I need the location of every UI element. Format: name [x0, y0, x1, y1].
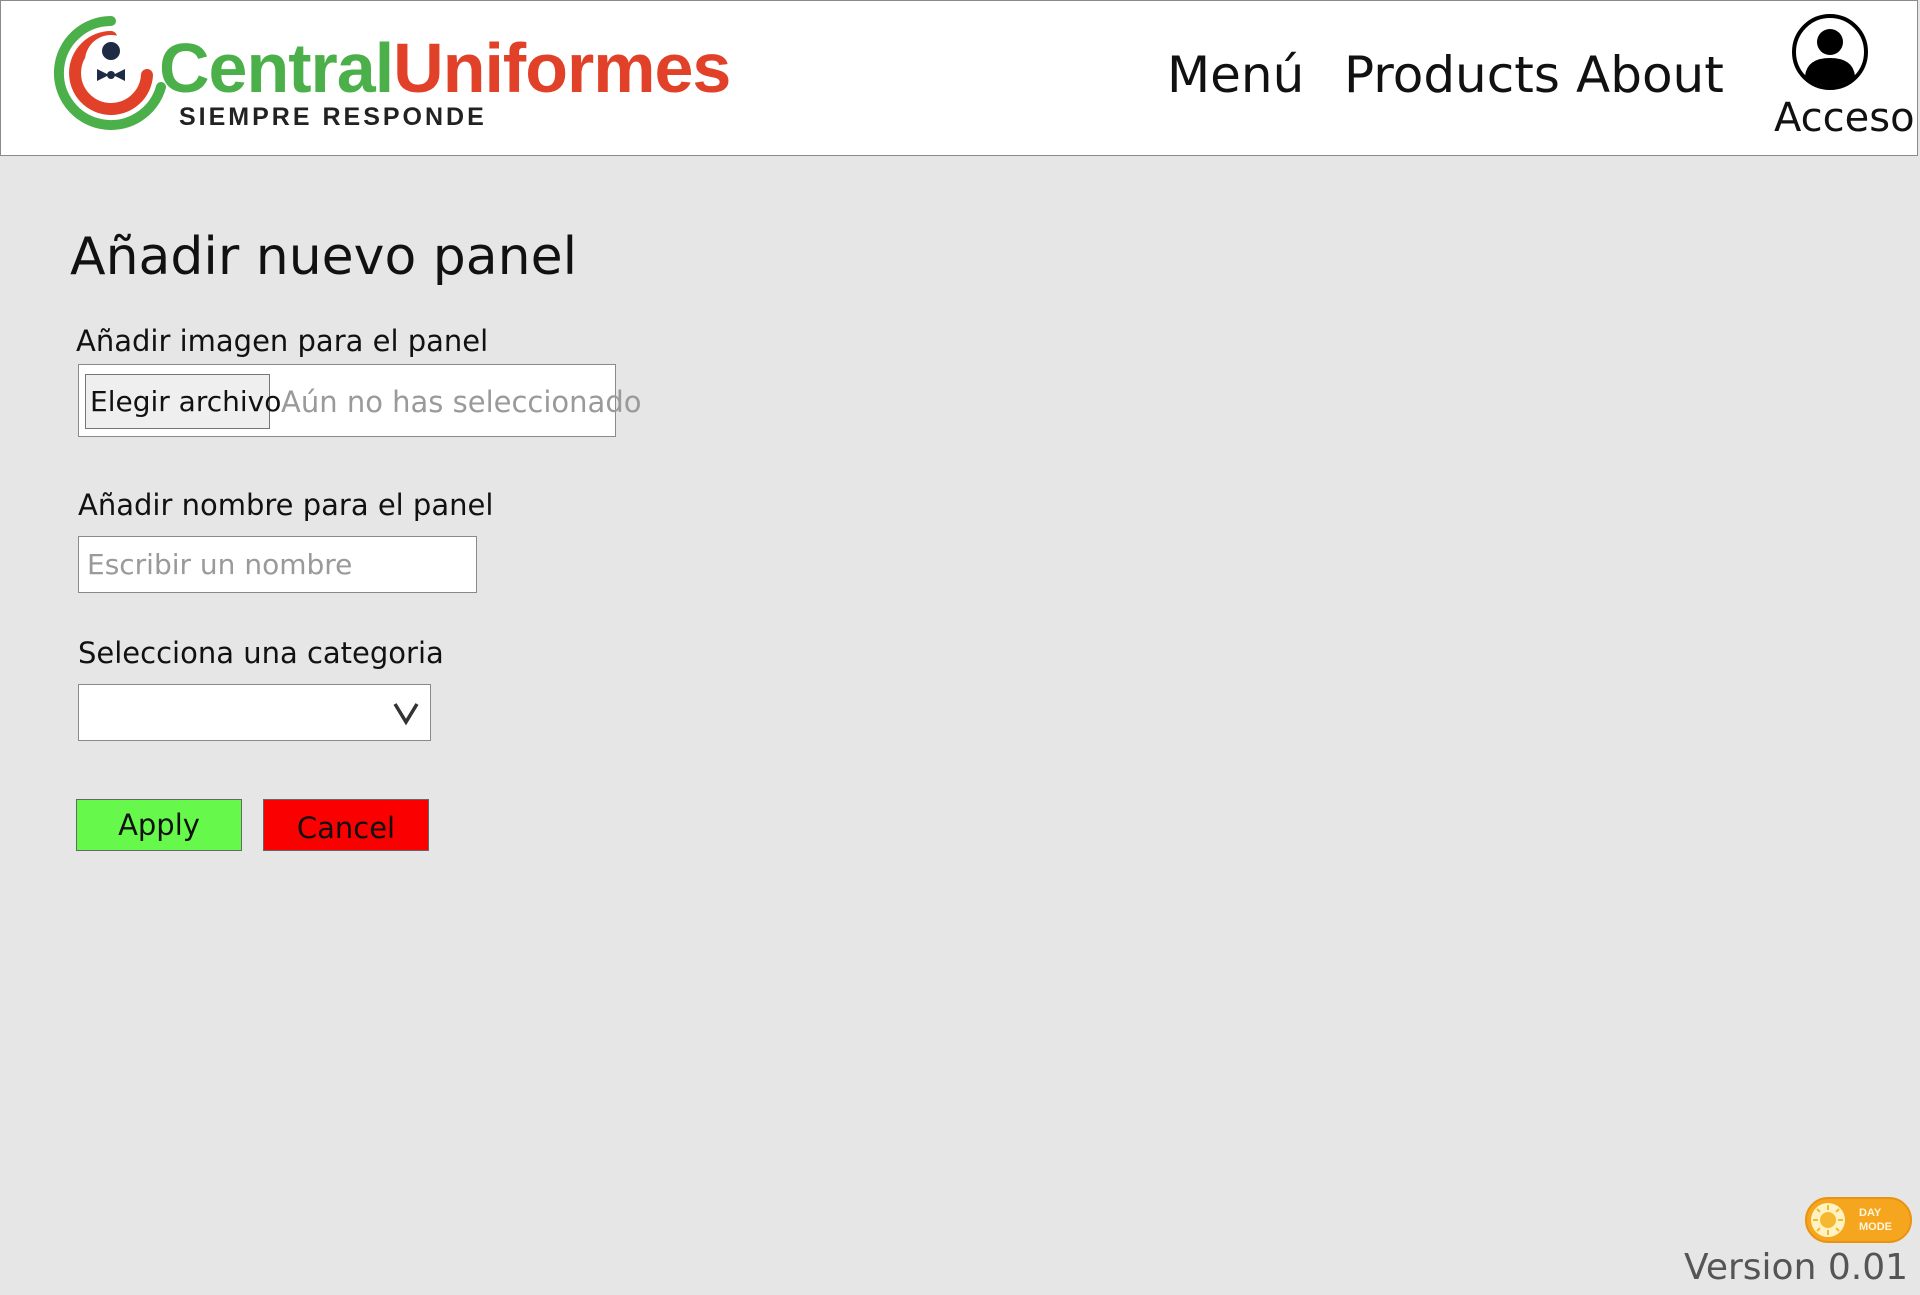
version-text: Version 0.01	[1684, 1247, 1908, 1288]
cancel-button[interactable]: Cancel	[263, 799, 429, 851]
chevron-down-icon	[393, 703, 419, 726]
day-mode-label: DAY MODE	[1859, 1207, 1892, 1233]
nav-about-link[interactable]: About	[1576, 45, 1724, 105]
image-field-label: Añadir imagen para el panel	[76, 324, 489, 358]
panel-name-input[interactable]	[78, 536, 477, 593]
day-mode-toggle[interactable]: DAY MODE	[1805, 1197, 1912, 1243]
nav-products-link[interactable]: Products	[1344, 45, 1560, 105]
file-status-text: Aún no has seleccionado	[281, 385, 642, 419]
login-button[interactable]: Acceso	[1771, 13, 1915, 143]
name-field-label: Añadir nombre para el panel	[78, 488, 494, 522]
logo-wordmark: CentralUniformes	[159, 29, 731, 107]
file-picker: Elegir archivo Aún no has seleccionado	[78, 364, 641, 437]
category-field-label: Selecciona una categoria	[78, 636, 444, 670]
category-select[interactable]	[78, 684, 431, 741]
logo-emblem-icon	[53, 16, 166, 130]
apply-button[interactable]: Apply	[76, 799, 242, 851]
logo-tagline: SIEMPRE RESPONDE	[179, 103, 487, 131]
login-label: Acceso	[1774, 95, 1915, 141]
brand-logo[interactable]: CentralUniformes SIEMPRE RESPONDE	[51, 13, 751, 133]
top-header: CentralUniformes SIEMPRE RESPONDE Menú P…	[0, 0, 1918, 156]
sun-icon	[1811, 1203, 1845, 1237]
nav-menu-link[interactable]: Menú	[1167, 45, 1304, 105]
user-circle-icon	[1792, 14, 1868, 90]
page-title: Añadir nuevo panel	[70, 227, 578, 287]
choose-file-button[interactable]: Elegir archivo	[85, 374, 281, 429]
